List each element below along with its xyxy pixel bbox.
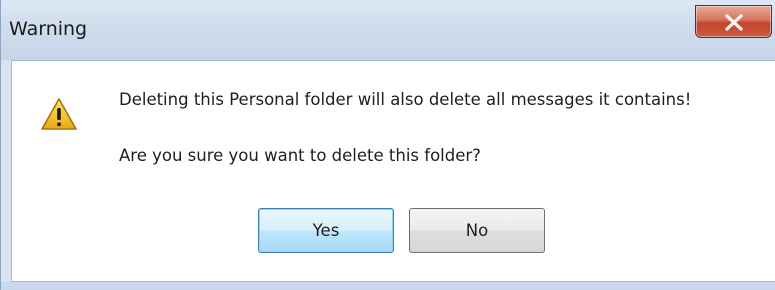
- title-bar: Warning: [1, 0, 775, 60]
- message-primary: Deleting this Personal folder will also …: [119, 90, 692, 109]
- dialog-title: Warning: [9, 18, 88, 40]
- dialog-content: Deleting this Personal folder will also …: [11, 60, 775, 282]
- no-button[interactable]: No: [409, 208, 545, 253]
- window-bottom-border: [1, 282, 775, 290]
- close-icon: [725, 14, 743, 31]
- message-question: Are you sure you want to delete this fol…: [119, 146, 481, 165]
- close-button[interactable]: [695, 5, 772, 38]
- warning-triangle-icon: [41, 98, 77, 130]
- warning-dialog-window: Warning Deleting this Personal folder wi…: [0, 0, 775, 290]
- yes-button[interactable]: Yes: [258, 208, 394, 253]
